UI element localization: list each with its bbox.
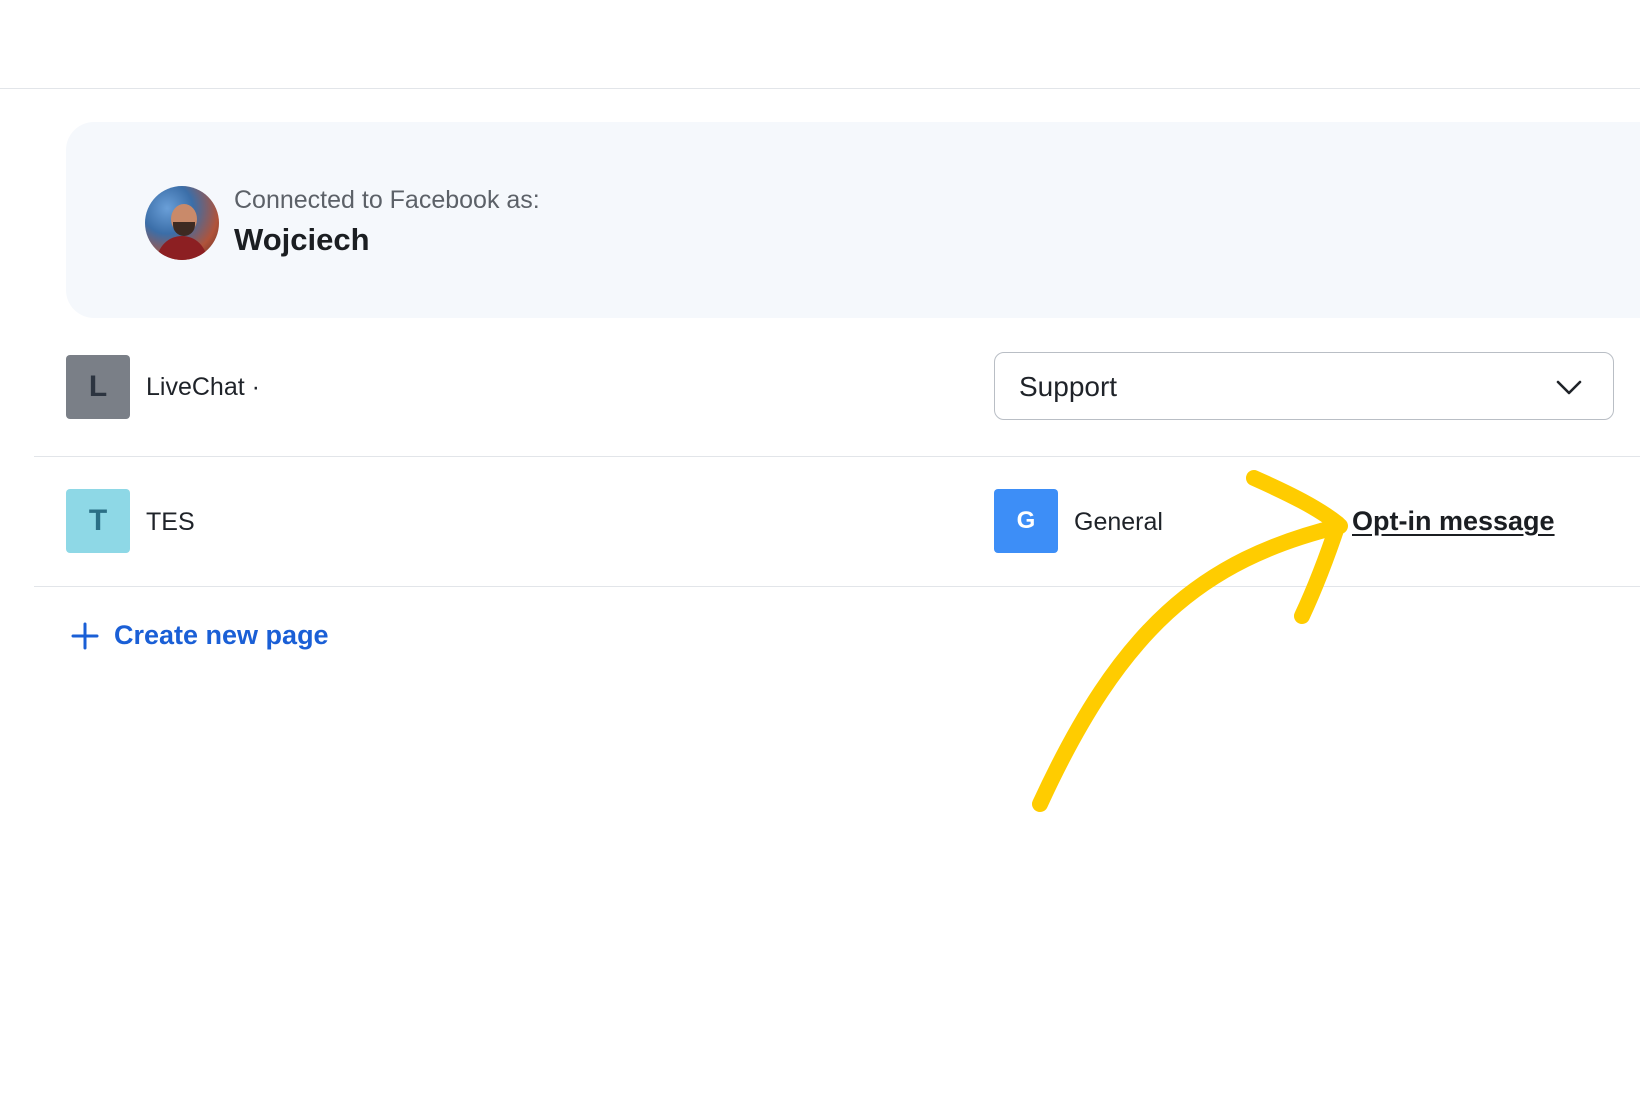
- plus-icon: [71, 622, 99, 649]
- opt-in-message-link[interactable]: Opt-in message: [1352, 506, 1555, 537]
- top-bar: [0, 0, 1640, 89]
- avatar-beard: [173, 222, 195, 236]
- group-select[interactable]: Support: [994, 352, 1614, 420]
- facebook-account-card: [66, 122, 1640, 318]
- create-new-page-label: Create new page: [114, 620, 329, 650]
- page-row: L LiveChat · Support: [34, 348, 1640, 457]
- connected-label: Connected to Facebook as:: [234, 186, 540, 214]
- page-name: LiveChat ·: [146, 373, 260, 401]
- chevron-down-icon: [1556, 380, 1582, 395]
- avatar: [145, 186, 219, 260]
- page-initial-tile: L: [66, 355, 130, 419]
- user-name: Wojciech: [234, 222, 370, 257]
- page-initial-tile: T: [66, 489, 130, 553]
- page-name: TES: [146, 508, 195, 536]
- group-select-value: Support: [1019, 371, 1118, 402]
- create-new-page-button[interactable]: Create new page: [70, 620, 329, 651]
- group-name: General: [1074, 508, 1163, 536]
- avatar-body: [157, 236, 207, 260]
- group-initial-tile: G: [994, 489, 1058, 553]
- page-row: T TES G General Opt-in message: [34, 456, 1640, 587]
